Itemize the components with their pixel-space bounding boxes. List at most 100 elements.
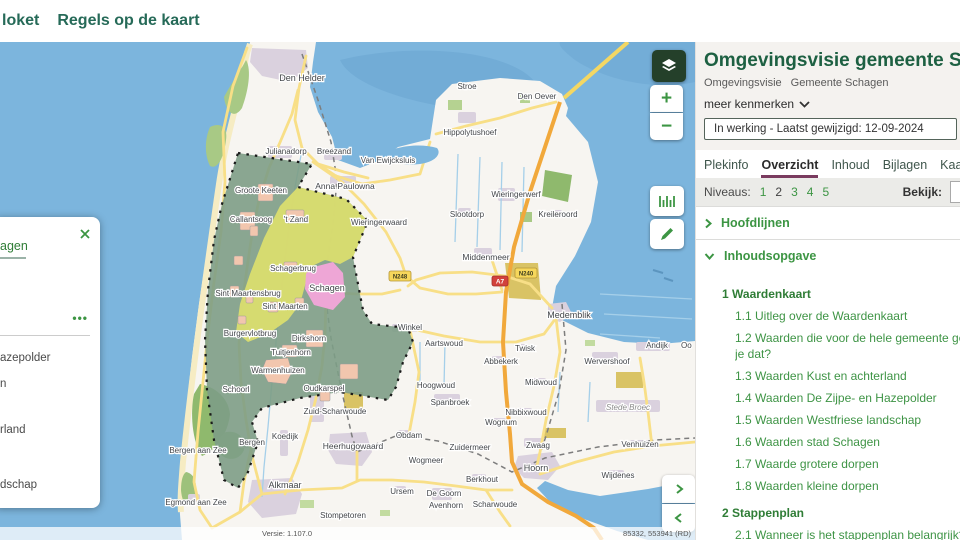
svg-text:A7: A7 [496, 278, 505, 285]
svg-text:N248: N248 [393, 274, 408, 280]
panel-expand-button[interactable] [662, 475, 695, 503]
svg-text:Zuidermeer: Zuidermeer [450, 443, 491, 452]
svg-text:Middenmeer: Middenmeer [462, 252, 509, 262]
svg-text:Venhuizen: Venhuizen [621, 440, 658, 449]
svg-text:Hippolytushoef: Hippolytushoef [444, 128, 498, 137]
svg-text:Stompetoren: Stompetoren [320, 511, 366, 520]
zoom-in-button[interactable]: + [650, 85, 683, 112]
legend-item[interactable]: rland [0, 424, 26, 436]
svg-text:Stroe: Stroe [457, 82, 477, 91]
basemap: N248N240A7 Den HelderStroeDen OeverHippo… [0, 42, 695, 540]
app-brand-partial[interactable]: loket [2, 12, 39, 30]
toc-item-2-1[interactable]: 2.1 Wanneer is het stappenplan belangrij… [735, 528, 960, 540]
svg-text:Schagerbrug: Schagerbrug [270, 264, 316, 273]
close-icon[interactable] [79, 227, 91, 239]
svg-text:Nibbixwoud: Nibbixwoud [505, 408, 546, 417]
tab-plekinfo[interactable]: Plekinfo [704, 158, 748, 178]
measure-icon [658, 193, 676, 209]
legend-card: agen ••• azepolder n rland dschap [0, 217, 100, 508]
svg-text:Bergen: Bergen [239, 438, 265, 447]
svg-text:Wervershoof: Wervershoof [584, 357, 630, 366]
view-label: Bekijk: [903, 185, 942, 199]
section-inhoudsopgave[interactable]: Inhoudsopgave [696, 239, 960, 272]
section-hoofdlijnen[interactable]: Hoofdlijnen [696, 206, 960, 239]
svg-text:Wieringerwaard: Wieringerwaard [351, 218, 407, 227]
svg-text:Egmond aan Zee: Egmond aan Zee [165, 498, 227, 507]
plus-icon: + [661, 89, 672, 108]
tab-inhoud[interactable]: Inhoud [831, 158, 869, 178]
level-4[interactable]: 4 [807, 185, 814, 199]
document-header: Omgevingsvisie gemeente Schagen Omgeving… [696, 42, 960, 150]
tab-bijlagen[interactable]: Bijlagen [883, 158, 927, 178]
svg-text:Oo: Oo [681, 341, 692, 350]
legend-title-fragment: agen [0, 239, 28, 253]
level-2-current[interactable]: 2 [775, 185, 782, 199]
zoom-out-button[interactable]: − [650, 113, 683, 140]
toc-item-1-8[interactable]: 1.8 Waarden kleine dorpen [735, 479, 960, 493]
chevron-right-icon [674, 483, 684, 495]
svg-text:Burgervlotbrug: Burgervlotbrug [224, 329, 276, 338]
legend-item[interactable]: dschap [0, 479, 37, 491]
svg-text:Winkel: Winkel [398, 323, 422, 332]
chevron-left-icon [674, 512, 684, 524]
svg-text:Berkhout: Berkhout [466, 475, 499, 484]
svg-text:Koedijk: Koedijk [272, 432, 299, 441]
toc-item-1-7[interactable]: 1.7 Waarde grotere dorpen [735, 457, 960, 471]
legend-item[interactable]: azepolder [0, 352, 51, 364]
ellipsis-icon[interactable]: ••• [72, 311, 88, 325]
toc-item-1-5[interactable]: 1.5 Waarden Westfriese landschap [735, 413, 960, 427]
level-1[interactable]: 1 [760, 185, 767, 199]
legend-item[interactable]: n [0, 378, 6, 390]
svg-text:Wognum: Wognum [485, 418, 517, 427]
more-kenmerken-link[interactable]: meer kenmerken [704, 97, 960, 111]
attribution-bar: Versie: 1.107.0 85332, 553941 (RD) [0, 527, 695, 540]
svg-text:Den Oever: Den Oever [518, 92, 557, 101]
divider [0, 335, 90, 336]
svg-text:Zuid-Scharwoude: Zuid-Scharwoude [304, 407, 367, 416]
toc-item-1-2[interactable]: 1.2 Waarden die voor de hele gemeente ge… [735, 331, 960, 361]
map[interactable]: N248N240A7 Den HelderStroeDen OeverHippo… [0, 42, 695, 540]
toc-item-1-3[interactable]: 1.3 Waarden Kust en achterland [735, 369, 960, 383]
level-3[interactable]: 3 [791, 185, 798, 199]
svg-text:Schagen: Schagen [309, 283, 345, 293]
svg-text:Midwoud: Midwoud [525, 378, 557, 387]
top-header: loket Regels op de kaart [0, 0, 960, 42]
svg-text:Schoorl: Schoorl [222, 385, 249, 394]
toc-item-1-4[interactable]: 1.4 Waarden De Zijpe- en Hazepolder [735, 391, 960, 405]
svg-text:Avenhorn: Avenhorn [429, 501, 463, 510]
toc-item-1-1[interactable]: 1.1 Uitleg over de Waardenkaart [735, 309, 960, 323]
svg-text:Stede Broec: Stede Broec [606, 403, 650, 412]
svg-text:Sint Maarten: Sint Maarten [262, 302, 307, 311]
tab-kaarten[interactable]: Kaarten [940, 158, 960, 178]
toc-item-1-6[interactable]: 1.6 Waarden stad Schagen [735, 435, 960, 449]
document-panel: Omgevingsvisie gemeente Schagen Omgeving… [695, 42, 960, 540]
minus-icon: − [661, 117, 672, 136]
svg-text:'t Zand: 't Zand [284, 215, 308, 224]
chevron-right-icon [704, 218, 712, 229]
nav-regels-op-de-kaart[interactable]: Regels op de kaart [57, 12, 199, 30]
tab-bar: Plekinfo Overzicht Inhoud Bijlagen Kaart… [696, 150, 960, 178]
toc-heading-waardenkaart[interactable]: 1 Waardenkaart [722, 287, 960, 301]
toc-heading-stappenplan[interactable]: 2 Stappenplan [722, 506, 960, 520]
levels-bar: Niveaus: 1 2 3 4 5 Bekijk: [696, 178, 960, 206]
svg-text:Spanbroek: Spanbroek [431, 398, 471, 407]
breadcrumb: Omgevingsvisie Gemeente Schagen [704, 77, 960, 89]
breadcrumb-type: Omgevingsvisie [704, 77, 782, 89]
svg-text:Julianadorp: Julianadorp [265, 147, 307, 156]
svg-text:Wogmeer: Wogmeer [409, 456, 444, 465]
breadcrumb-authority: Gemeente Schagen [791, 77, 889, 89]
document-title: Omgevingsvisie gemeente Schagen [704, 50, 960, 72]
tab-overzicht[interactable]: Overzicht [761, 158, 818, 178]
svg-text:Slootdorp: Slootdorp [450, 210, 485, 219]
measure-button[interactable] [650, 186, 684, 216]
svg-text:Kreileroord: Kreileroord [538, 210, 577, 219]
svg-text:Bergen aan Zee: Bergen aan Zee [169, 446, 227, 455]
svg-text:Obdam: Obdam [396, 431, 423, 440]
draw-button[interactable] [650, 219, 684, 249]
view-select[interactable] [950, 181, 960, 203]
legend-title-underline [0, 257, 26, 259]
layers-button[interactable] [652, 50, 686, 82]
level-5[interactable]: 5 [822, 185, 829, 199]
chevron-down-icon [704, 252, 715, 260]
svg-text:Hoorn: Hoorn [524, 463, 549, 473]
